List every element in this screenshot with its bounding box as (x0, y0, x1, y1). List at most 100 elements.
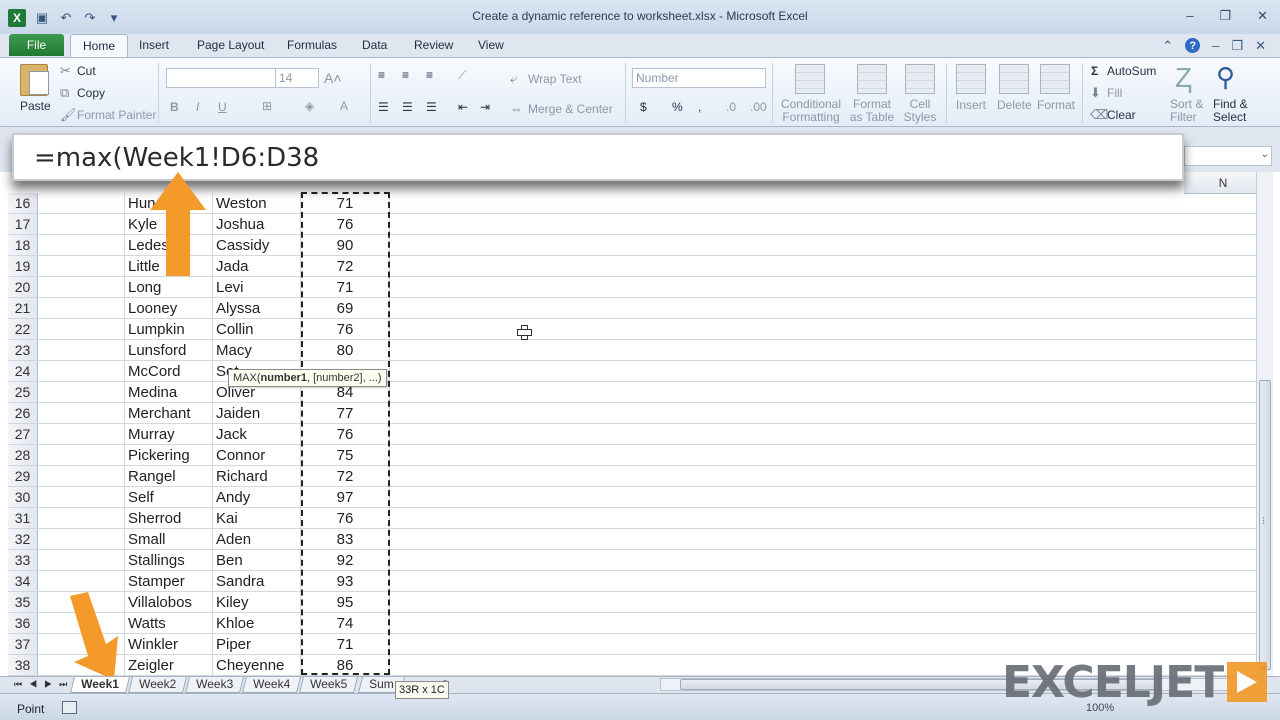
cell-last[interactable]: Small (125, 529, 213, 550)
cell-last[interactable]: Lumpkin (125, 319, 213, 340)
cell-score[interactable]: 86 (301, 655, 390, 676)
maximize-icon[interactable]: ❐ (1219, 8, 1231, 24)
copy-button[interactable]: Copy (77, 86, 105, 100)
help-icon[interactable]: ? (1185, 38, 1201, 53)
cell-first[interactable]: Andy (213, 487, 301, 508)
row-header[interactable]: 29 (8, 466, 38, 487)
cell-empty[interactable] (38, 550, 125, 571)
align-center-icon[interactable]: ☰ (402, 100, 413, 114)
font-name-select[interactable] (166, 68, 276, 88)
cell-score[interactable]: 69 (301, 298, 390, 319)
tab-page-layout[interactable]: Page Layout (197, 38, 264, 52)
cell-empty[interactable] (38, 382, 125, 403)
sheet-tab-week1[interactable]: Week1 (70, 677, 130, 693)
fill-button[interactable]: Fill (1107, 86, 1122, 100)
cell-last[interactable]: Stamper (125, 571, 213, 592)
cell-last[interactable]: Stallings (125, 550, 213, 571)
cell-score[interactable]: 90 (301, 235, 390, 256)
sheet-tab-week2[interactable]: Week2 (128, 677, 188, 693)
cell-first[interactable]: Macy (213, 340, 301, 361)
cell-empty[interactable] (390, 529, 1258, 550)
format-as-table-button[interactable]: Format as Table (846, 98, 898, 124)
cell-empty[interactable] (38, 487, 125, 508)
cell-styles-button[interactable]: Cell Styles (898, 98, 942, 124)
cell-first[interactable]: Jack (213, 424, 301, 445)
row-header[interactable]: 17 (8, 214, 38, 235)
insert-cells-button[interactable]: Insert (956, 98, 986, 112)
function-tooltip[interactable]: MAX(number1, [number2], ...) (228, 369, 387, 387)
cell-last[interactable]: Villalobos (125, 592, 213, 613)
cell-score[interactable]: 75 (301, 445, 390, 466)
cell-last[interactable]: Zeigler (125, 655, 213, 676)
minimize-icon[interactable]: – (1186, 8, 1193, 24)
decrease-decimal-icon[interactable]: .00 (750, 100, 767, 114)
cell-empty[interactable] (390, 445, 1258, 466)
align-left-icon[interactable]: ☰ (378, 100, 389, 114)
cell-score[interactable]: 76 (301, 424, 390, 445)
workbook-restore-icon[interactable]: ❐ (1231, 38, 1243, 54)
cell-empty[interactable] (38, 235, 125, 256)
cell-empty[interactable] (390, 508, 1258, 529)
expand-formula-icon[interactable]: ⌄ (1261, 149, 1269, 160)
cell-first[interactable]: Jada (213, 256, 301, 277)
cell-first[interactable]: Khloe (213, 613, 301, 634)
cell-last[interactable]: Sherrod (125, 508, 213, 529)
row-header[interactable]: 36 (8, 613, 38, 634)
comma-icon[interactable]: , (698, 100, 701, 114)
font-color-icon[interactable]: A (340, 99, 348, 113)
align-right-icon[interactable]: ☰ (426, 100, 437, 114)
cell-score[interactable]: 77 (301, 403, 390, 424)
align-middle-icon[interactable]: ≡ (402, 68, 409, 82)
cell-empty[interactable] (390, 214, 1258, 235)
cell-last[interactable]: Murray (125, 424, 213, 445)
tab-data[interactable]: Data (362, 38, 387, 52)
cell-empty[interactable] (38, 508, 125, 529)
cell-empty[interactable] (38, 298, 125, 319)
workbook-minimize-icon[interactable]: – (1212, 38, 1219, 54)
row-header[interactable]: 25 (8, 382, 38, 403)
cell-first[interactable]: Connor (213, 445, 301, 466)
row-header[interactable]: 26 (8, 403, 38, 424)
cell-last[interactable]: Watts (125, 613, 213, 634)
sheet-tab-week3[interactable]: Week3 (185, 677, 245, 693)
cell-empty[interactable] (390, 424, 1258, 445)
cell-empty[interactable] (38, 277, 125, 298)
fill-color-icon[interactable]: ◈ (305, 99, 314, 113)
cell-score[interactable]: 93 (301, 571, 390, 592)
find-select-button[interactable]: Find & Select (1213, 98, 1248, 124)
wrap-text-button[interactable]: Wrap Text (528, 72, 582, 86)
cell-first[interactable]: Aden (213, 529, 301, 550)
cell-score[interactable]: 83 (301, 529, 390, 550)
align-bottom-icon[interactable]: ≡ (426, 68, 433, 82)
cell-first[interactable]: Jaiden (213, 403, 301, 424)
macro-record-icon[interactable] (62, 701, 77, 714)
cell-score[interactable]: 71 (301, 634, 390, 655)
paste-button[interactable]: Paste (20, 99, 51, 113)
cell-first[interactable]: Cassidy (213, 235, 301, 256)
sort-filter-button[interactable]: Sort & Filter (1170, 98, 1203, 124)
cell-score[interactable]: 80 (301, 340, 390, 361)
cell-score[interactable]: 72 (301, 256, 390, 277)
cell-score[interactable]: 71 (301, 193, 390, 214)
sheet-tab-week4[interactable]: Week4 (242, 677, 302, 693)
row-header[interactable]: 31 (8, 508, 38, 529)
cell-last[interactable]: Long (125, 277, 213, 298)
cell-empty[interactable] (390, 613, 1258, 634)
cell-score[interactable]: 76 (301, 319, 390, 340)
cell-last[interactable]: Self (125, 487, 213, 508)
cell-last[interactable]: Winkler (125, 634, 213, 655)
cell-empty[interactable] (38, 319, 125, 340)
cell-empty[interactable] (38, 424, 125, 445)
column-header-n[interactable]: N (1190, 176, 1256, 190)
row-header[interactable]: 37 (8, 634, 38, 655)
cell-first[interactable]: Sandra (213, 571, 301, 592)
cell-empty[interactable] (390, 592, 1258, 613)
paste-icon[interactable] (20, 64, 49, 96)
cell-last[interactable]: McCord (125, 361, 213, 382)
tab-view[interactable]: View (478, 38, 504, 52)
autosum-button[interactable]: AutoSum (1107, 64, 1156, 78)
grow-font-icon[interactable]: A˄ (324, 70, 342, 86)
cell-empty[interactable] (38, 403, 125, 424)
borders-icon[interactable]: ⊞ (262, 99, 272, 113)
cell-empty[interactable] (38, 445, 125, 466)
